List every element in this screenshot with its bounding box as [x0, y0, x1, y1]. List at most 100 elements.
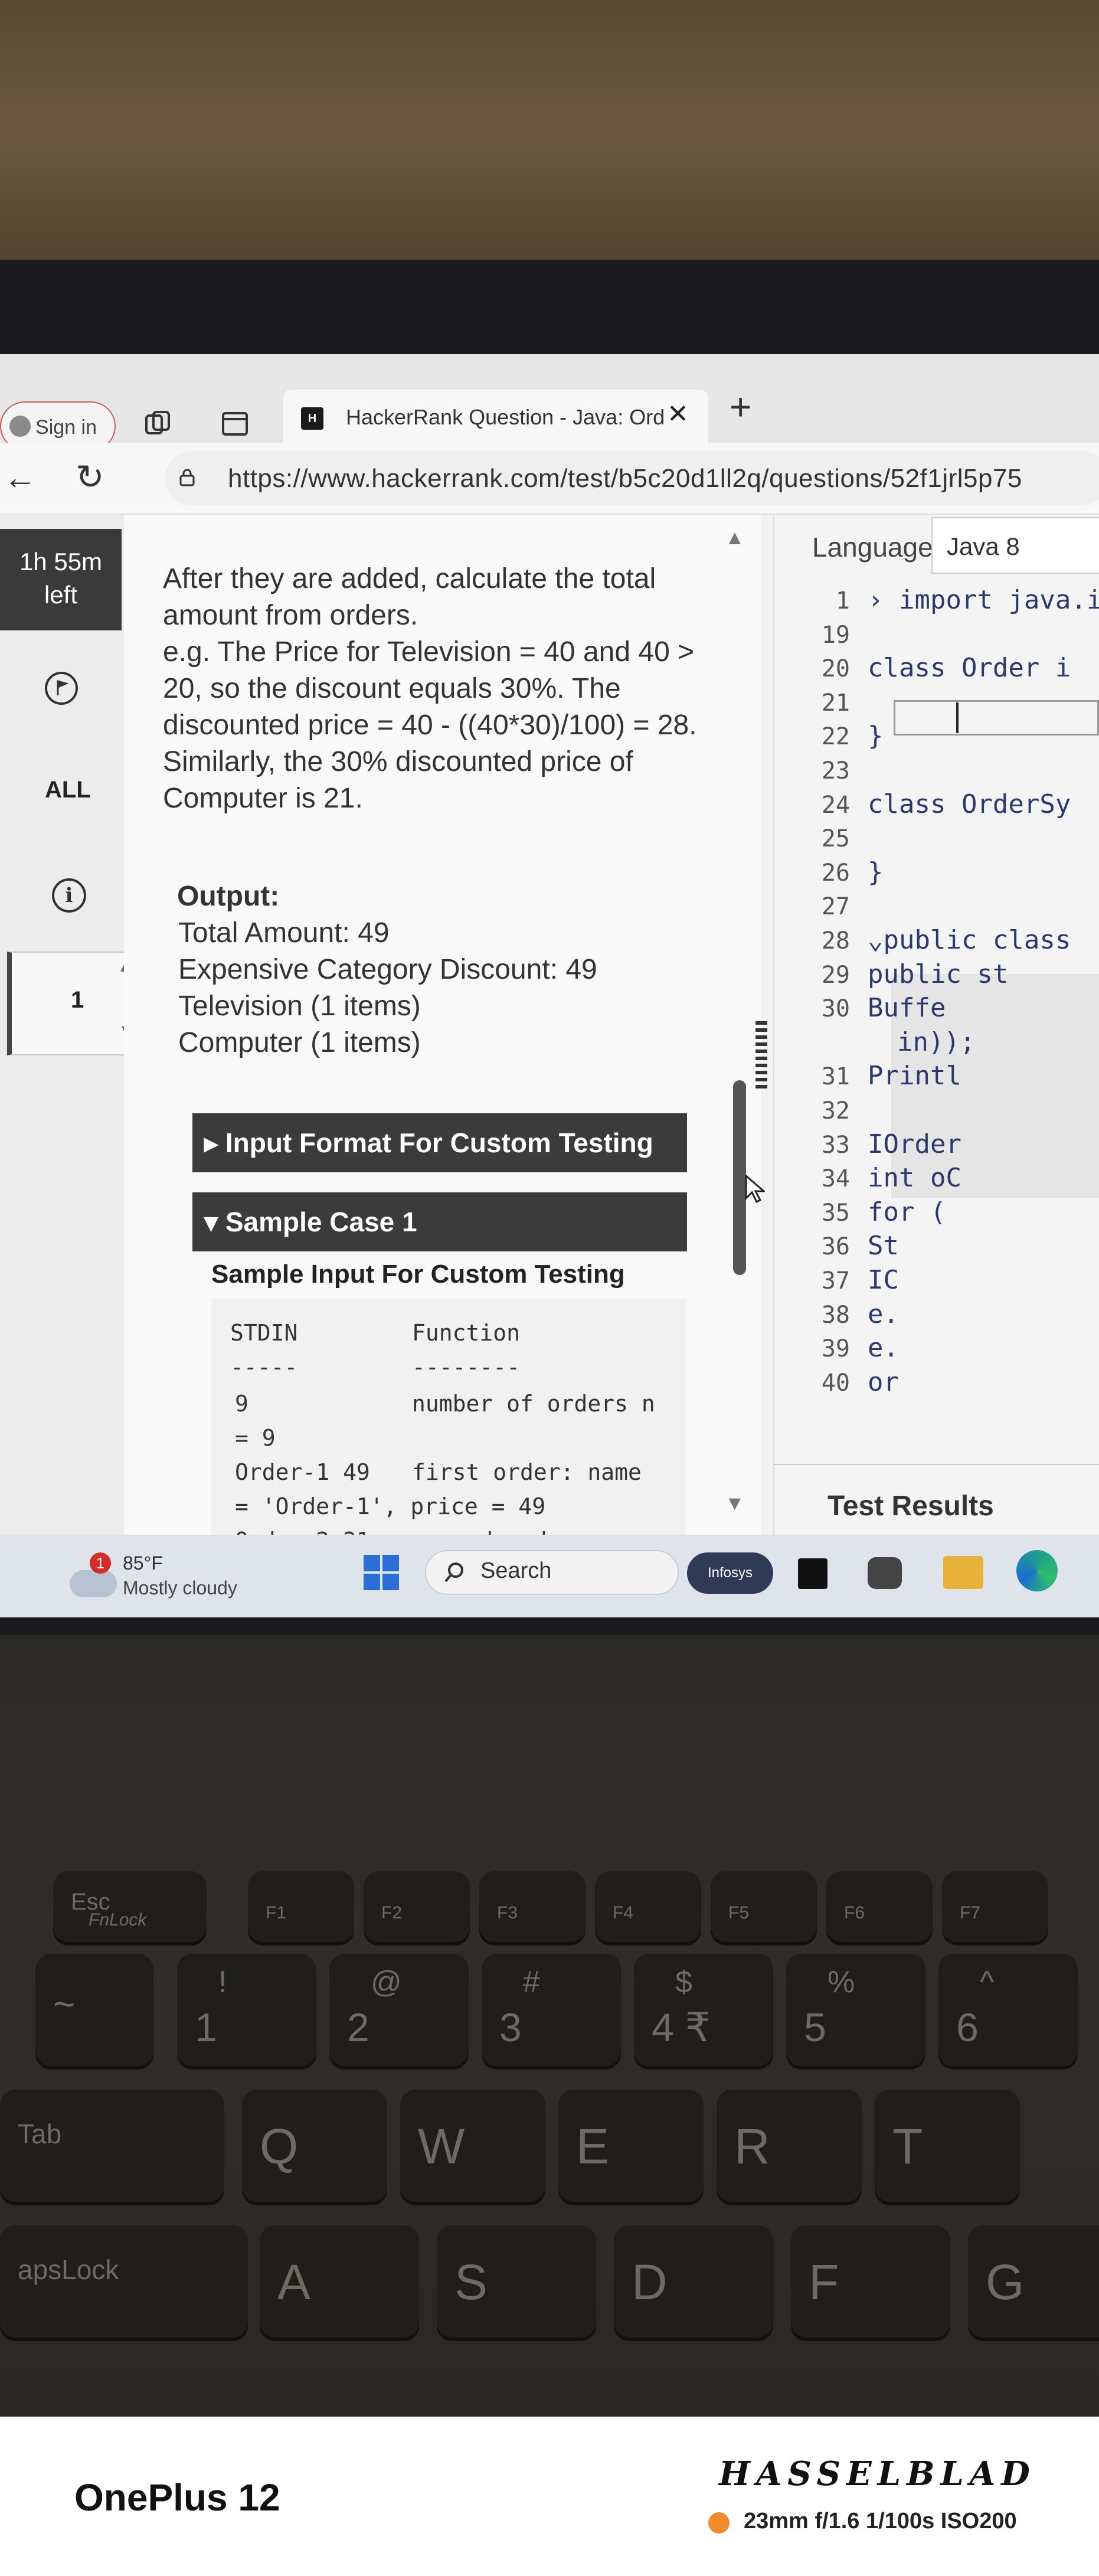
- intro-line: Computer is 21.: [163, 783, 363, 814]
- intro-line: 20, so the discount equals 30%. The: [163, 673, 621, 704]
- code-line[interactable]: class Order i: [868, 653, 1071, 683]
- mouse-cursor-icon: [745, 1175, 765, 1204]
- f-key[interactable]: [364, 1871, 470, 1942]
- f-key[interactable]: [248, 1871, 354, 1942]
- function-header: Function: [412, 1320, 521, 1346]
- intro-line: e.g. The Price for Television = 40 and 4…: [163, 636, 695, 668]
- letter-key-label: T: [892, 2118, 923, 2174]
- code-line[interactable]: › import java.i: [868, 585, 1099, 615]
- line-number: 36: [821, 1233, 850, 1261]
- f-key[interactable]: [595, 1871, 701, 1942]
- new-tab-button[interactable]: +: [730, 385, 751, 429]
- line-number: 39: [821, 1335, 850, 1363]
- pane-splitter-handle[interactable]: [755, 1021, 767, 1092]
- f-key-label: F4: [613, 1903, 634, 1923]
- code-line[interactable]: public st: [868, 959, 1008, 989]
- code-line[interactable]: or: [868, 1367, 899, 1397]
- f-key-label: F5: [728, 1903, 750, 1923]
- filter-all-tab[interactable]: ALL: [45, 777, 91, 803]
- flag-question-icon[interactable]: [44, 671, 79, 706]
- camera-dot-icon: [708, 2512, 730, 2533]
- refresh-icon[interactable]: ↻: [76, 457, 104, 497]
- back-arrow-icon[interactable]: ←: [4, 458, 37, 496]
- problem-intro: After they are added, calculate the tota…: [163, 561, 697, 817]
- f-key-label: F6: [844, 1903, 865, 1923]
- letter-key-label: S: [454, 2254, 488, 2310]
- code-line[interactable]: int oC: [868, 1163, 961, 1193]
- letter-key-label: W: [418, 2118, 465, 2174]
- f-key[interactable]: [826, 1871, 933, 1942]
- search-label: Search: [480, 1558, 552, 1583]
- taskbar-app-infosys[interactable]: Infosys: [687, 1552, 773, 1594]
- line-number: 34: [821, 1165, 850, 1193]
- task-view-icon[interactable]: [798, 1558, 827, 1589]
- number-key-label: 2: [347, 2005, 369, 2050]
- number-key-shift-label: !: [218, 1965, 227, 1999]
- letter-key-label: E: [576, 2118, 610, 2174]
- number-key-label: 6: [956, 2005, 979, 2050]
- scroll-up-arrow-icon[interactable]: ▲: [725, 527, 745, 550]
- f-key[interactable]: [711, 1871, 817, 1942]
- file-explorer-icon[interactable]: [943, 1556, 983, 1589]
- line-number: 35: [821, 1199, 850, 1227]
- tab-title: HackerRank Question - Java: Ord: [346, 405, 665, 429]
- chat-icon[interactable]: [868, 1557, 902, 1589]
- edge-browser-icon[interactable]: [1016, 1550, 1058, 1591]
- output-line: Expensive Category Discount: 49: [178, 954, 597, 985]
- code-line[interactable]: ⌄public class: [868, 925, 1071, 955]
- code-line[interactable]: in));: [897, 1027, 975, 1057]
- input-format-accordion[interactable]: ▸ Input Format For Custom Testing: [192, 1113, 687, 1172]
- code-line[interactable]: class OrderSy: [868, 789, 1071, 819]
- code-line[interactable]: e.: [868, 1333, 899, 1363]
- capslock-key-label: apsLock: [18, 2254, 119, 2285]
- info-icon[interactable]: i: [52, 878, 86, 913]
- intro-line: Similarly, the 30% discounted price of: [163, 746, 633, 777]
- f-key[interactable]: [942, 1871, 1048, 1942]
- code-line[interactable]: e.: [868, 1299, 899, 1329]
- line-number: 27: [821, 893, 850, 921]
- time-remaining-badge: 1h 55m left: [0, 529, 122, 630]
- f-key[interactable]: [479, 1871, 586, 1942]
- tab-key-label: Tab: [18, 2118, 62, 2149]
- code-line[interactable]: }: [868, 857, 884, 887]
- code-line[interactable]: }: [868, 721, 884, 751]
- number-key-label: 4 ₹: [652, 2005, 711, 2050]
- code-line[interactable]: Printl: [868, 1061, 961, 1091]
- tab-close-icon[interactable]: ✕: [667, 399, 689, 429]
- windows-start-icon[interactable]: [362, 1554, 400, 1591]
- function-cell: first order: name: [412, 1459, 642, 1485]
- number-key-label: 5: [804, 2005, 826, 2050]
- line-number: 40: [821, 1369, 850, 1397]
- active-edit-line[interactable]: [894, 700, 1099, 735]
- workspaces-icon[interactable]: [144, 410, 172, 438]
- number-key-label: 1: [195, 2005, 217, 2050]
- sidebar-toggle-icon[interactable]: [221, 410, 249, 438]
- code-line[interactable]: IOrder: [868, 1129, 961, 1159]
- code-line[interactable]: IC: [868, 1265, 899, 1295]
- code-line[interactable]: Buffe: [868, 993, 946, 1023]
- number-key-shift-label: $: [675, 1965, 692, 1999]
- problem-scrollbar-thumb[interactable]: [733, 1080, 746, 1275]
- line-number: 33: [821, 1131, 850, 1159]
- line-number: 19: [821, 621, 850, 649]
- weather-icon[interactable]: [70, 1570, 117, 1597]
- test-results-divider: [773, 1464, 1099, 1465]
- scroll-down-arrow-icon[interactable]: ▼: [725, 1492, 745, 1515]
- test-results-heading[interactable]: Test Results: [827, 1490, 994, 1522]
- letter-key-label: D: [632, 2254, 668, 2310]
- line-number: 22: [821, 723, 850, 751]
- weather-description[interactable]: Mostly cloudy: [123, 1577, 237, 1599]
- language-label: Language: [812, 532, 933, 563]
- browser-tab-active[interactable]: H HackerRank Question - Java: Ord ✕: [283, 390, 708, 443]
- sample-case-accordion[interactable]: ▾ Sample Case 1: [192, 1192, 687, 1251]
- code-line[interactable]: St: [868, 1231, 899, 1261]
- weather-temperature[interactable]: 85°F: [123, 1552, 163, 1574]
- line-number: 23: [821, 757, 850, 784]
- weather-badge: 1: [90, 1552, 111, 1574]
- timer-value: 1h 55m: [19, 548, 103, 576]
- laptop-screen: Sign in H HackerRank Question - Java: Or…: [0, 354, 1099, 1617]
- letter-key-label: G: [986, 2254, 1025, 2310]
- language-select[interactable]: Java 8: [931, 517, 1099, 574]
- code-line[interactable]: for (: [868, 1197, 946, 1227]
- camera-settings: 23mm f/1.6 1/100s ISO200: [744, 2509, 1017, 2533]
